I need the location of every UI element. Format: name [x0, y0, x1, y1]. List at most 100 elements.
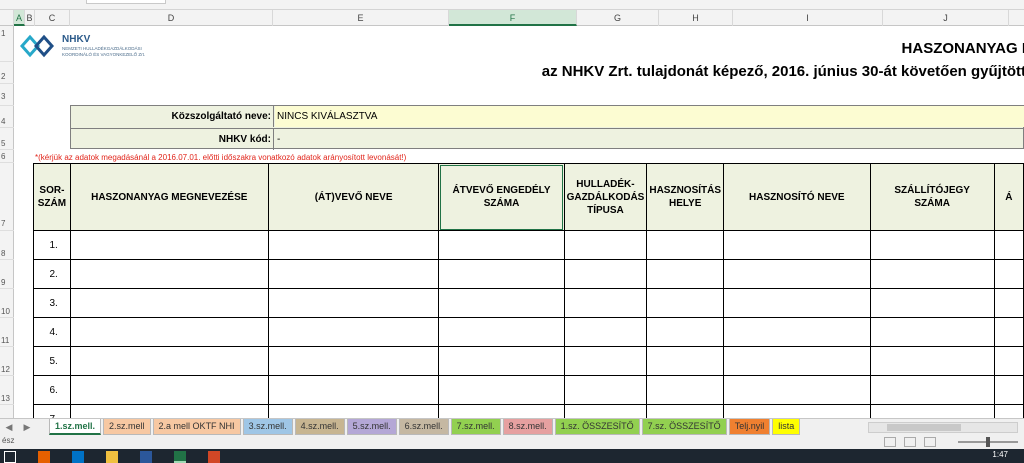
data-cell[interactable]: [267, 317, 440, 347]
row-number-cell[interactable]: 1.: [33, 230, 71, 260]
provider-value-cell[interactable]: NINCS KIVÁLASZTVA: [275, 106, 1024, 127]
column-header-b[interactable]: B: [25, 10, 35, 26]
word-icon[interactable]: [140, 451, 152, 463]
data-cell[interactable]: [563, 230, 648, 260]
row-header-1[interactable]: 1: [0, 26, 14, 62]
data-cell[interactable]: [438, 230, 565, 260]
column-header-f[interactable]: F: [449, 10, 577, 26]
nhkv-code-value-cell[interactable]: -: [275, 129, 1024, 150]
header-next[interactable]: Á: [993, 163, 1024, 231]
data-cell[interactable]: [563, 317, 648, 347]
header-utilizer-name[interactable]: HASZNOSÍTÓ NEVE: [723, 163, 871, 231]
header-delivery-note-number[interactable]: SZÁLLÍTÓJEGY SZÁMA: [869, 163, 995, 231]
header-utilization-place[interactable]: HASZNOSÍTÁS HELYE: [646, 163, 725, 231]
data-cell[interactable]: [267, 404, 440, 418]
data-cell[interactable]: [563, 346, 648, 376]
row-number-cell[interactable]: 4.: [33, 317, 71, 347]
data-cell[interactable]: [438, 317, 565, 347]
row-header-12[interactable]: 12: [0, 347, 14, 376]
data-cell[interactable]: [723, 288, 871, 318]
data-cell[interactable]: [723, 375, 871, 405]
column-header-d[interactable]: D: [70, 10, 273, 26]
row-header-9[interactable]: 9: [0, 260, 14, 289]
name-box[interactable]: [86, 0, 166, 4]
outlook-icon[interactable]: [72, 451, 84, 463]
data-cell[interactable]: [723, 259, 871, 289]
data-cell[interactable]: [69, 375, 269, 405]
data-cell[interactable]: [438, 288, 565, 318]
sheet-tab[interactable]: 1.sz.mell.: [49, 419, 102, 435]
zoom-slider[interactable]: [958, 437, 1018, 447]
data-cell[interactable]: [69, 317, 269, 347]
data-cell[interactable]: [646, 230, 725, 260]
row-header-3[interactable]: 3: [0, 84, 14, 106]
column-header-c[interactable]: C: [35, 10, 70, 26]
data-cell[interactable]: [69, 259, 269, 289]
data-cell[interactable]: [69, 404, 269, 418]
data-cell[interactable]: [723, 230, 871, 260]
data-cell[interactable]: [69, 230, 269, 260]
sheet-tab[interactable]: 5.sz.mell.: [346, 419, 397, 435]
sheet-tab[interactable]: Telj.nyil: [728, 419, 771, 435]
excel-icon[interactable]: [174, 451, 186, 463]
header-item-name[interactable]: HASZONANYAG MEGNEVEZÉSE: [69, 163, 269, 231]
data-cell[interactable]: [563, 259, 648, 289]
row-header-2[interactable]: 2: [0, 62, 14, 84]
data-cell[interactable]: [993, 375, 1024, 405]
data-cell[interactable]: [869, 259, 995, 289]
data-cell[interactable]: [869, 317, 995, 347]
sheet-tab[interactable]: 2.a mell OKTF NHI: [152, 419, 241, 435]
column-header-g[interactable]: G: [577, 10, 659, 26]
data-cell[interactable]: [646, 317, 725, 347]
row-header-13[interactable]: 13: [0, 376, 14, 405]
data-cell[interactable]: [563, 375, 648, 405]
row-number-cell[interactable]: 6.: [33, 375, 71, 405]
data-cell[interactable]: [993, 230, 1024, 260]
select-all-corner[interactable]: [0, 10, 14, 26]
data-cell[interactable]: [993, 288, 1024, 318]
data-cell[interactable]: [563, 404, 648, 418]
data-cell[interactable]: [646, 288, 725, 318]
powerpoint-icon[interactable]: [208, 451, 220, 463]
data-cell[interactable]: [993, 346, 1024, 376]
data-cell[interactable]: [438, 346, 565, 376]
sheet-tab[interactable]: 2.sz.mell: [103, 419, 151, 435]
sheet-tab[interactable]: 3.sz.mell.: [242, 419, 293, 435]
header-waste-management-type[interactable]: HULLADÉK- GAZDÁLKODÁS TÍPUSA: [563, 163, 648, 231]
data-cell[interactable]: [723, 404, 871, 418]
column-header-i[interactable]: I: [733, 10, 883, 26]
sheet-tab[interactable]: 4.sz.mell.: [294, 419, 345, 435]
data-cell[interactable]: [869, 375, 995, 405]
prev-sheet-arrow-icon[interactable]: ◀: [2, 420, 16, 434]
row-number-cell[interactable]: 5.: [33, 346, 71, 376]
column-header-h[interactable]: H: [659, 10, 733, 26]
row-header-5[interactable]: 5: [0, 128, 14, 150]
header-permit-number[interactable]: ÁTVEVŐ ENGEDÉLY SZÁMA: [438, 163, 565, 231]
row-header-8[interactable]: 8: [0, 231, 14, 260]
sheet-tab[interactable]: 7.sz. ÖSSZESÍTŐ: [641, 419, 727, 435]
data-cell[interactable]: [438, 375, 565, 405]
header-receiver-name[interactable]: (ÁT)VEVŐ NEVE: [267, 163, 440, 231]
row-header-4[interactable]: 4: [0, 106, 14, 128]
data-cell[interactable]: [993, 259, 1024, 289]
data-cell[interactable]: [267, 346, 440, 376]
worksheet[interactable]: NHKV NEMZETI HULLADÉKGAZDÁLKODÁSI KOORDI…: [15, 26, 1024, 418]
sheet-tab[interactable]: lista: [772, 419, 801, 435]
row-number-cell[interactable]: 3.: [33, 288, 71, 318]
normal-view-icon[interactable]: [884, 437, 896, 447]
data-cell[interactable]: [438, 404, 565, 418]
row-number-cell[interactable]: 2.: [33, 259, 71, 289]
data-cell[interactable]: [646, 404, 725, 418]
data-cell[interactable]: [69, 346, 269, 376]
sheet-tab[interactable]: 8.sz.mell.: [502, 419, 553, 435]
data-cell[interactable]: [267, 375, 440, 405]
row-header-6[interactable]: 6: [0, 150, 14, 163]
column-header-j[interactable]: J: [883, 10, 1009, 26]
data-cell[interactable]: [993, 317, 1024, 347]
sheet-tab[interactable]: 7.sz.mell.: [450, 419, 501, 435]
data-cell[interactable]: [869, 404, 995, 418]
header-row-number[interactable]: SOR- SZÁM: [33, 163, 71, 231]
column-header-a[interactable]: A: [14, 10, 25, 26]
data-cell[interactable]: [869, 288, 995, 318]
row-header-11[interactable]: 11: [0, 318, 14, 347]
